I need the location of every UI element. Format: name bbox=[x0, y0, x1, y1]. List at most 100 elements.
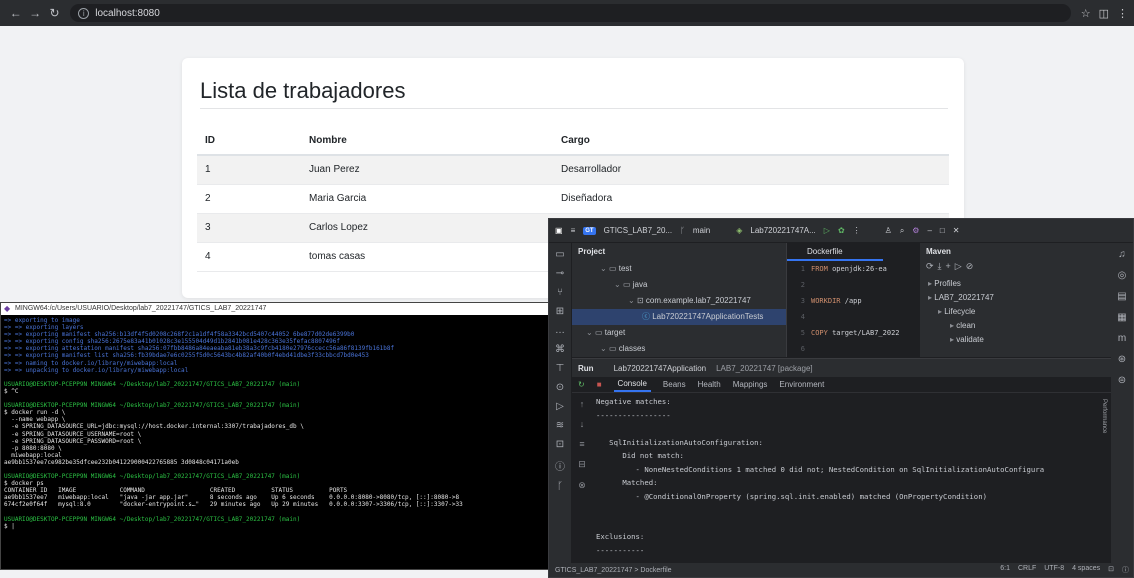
tree-item[interactable]: ⌄ ▭ classes bbox=[572, 341, 786, 357]
maven-panel-title: Maven bbox=[926, 247, 951, 256]
table-cell: Carlos Lopez bbox=[301, 213, 553, 243]
notifications-icon[interactable]: ♫ bbox=[1118, 249, 1126, 260]
copilot-icon[interactable]: ⊛ bbox=[1118, 354, 1126, 365]
status-line-separator[interactable]: CRLF bbox=[1018, 565, 1036, 575]
code-text: target/LAB7_2022 bbox=[827, 329, 900, 337]
forward-icon[interactable]: → bbox=[25, 6, 44, 20]
database-icon[interactable]: ▤ bbox=[1117, 291, 1126, 302]
project-panel: Project ⌄ ▭ test ⌄ ▭ java ⌄ ⊡ com.example.… bbox=[572, 243, 786, 357]
print-icon[interactable]: ⊟ bbox=[578, 459, 586, 470]
chevron-down-icon[interactable]: ⌄ bbox=[600, 264, 609, 273]
terminal-output[interactable]: => exporting to image => => exporting lay… bbox=[1, 315, 554, 532]
git-tool-icon[interactable]: ⑂ bbox=[557, 287, 563, 298]
tab-environment[interactable]: Environment bbox=[779, 380, 824, 389]
problems-tool-icon[interactable]: ⓘ bbox=[555, 458, 565, 473]
project-selector[interactable]: GTICS_LAB7_20... bbox=[604, 226, 672, 235]
plugin-icon[interactable]: ⊜ bbox=[1118, 375, 1126, 386]
terminal-tool-icon[interactable]: ⊡ bbox=[556, 439, 564, 450]
terminal-window[interactable]: MINGW64:/c/Users/USUARIO/Desktop/lab7_20… bbox=[0, 302, 555, 570]
back-icon[interactable]: ← bbox=[6, 6, 25, 20]
extensions-icon[interactable]: ◫ bbox=[1099, 7, 1109, 20]
tree-item[interactable]: ⌄ ▭ target bbox=[572, 325, 786, 341]
address-bar[interactable]: i localhost:8080 bbox=[70, 4, 1071, 22]
run-tool-icon[interactable]: ⊙ bbox=[556, 382, 564, 393]
gradle-icon[interactable]: ▦ bbox=[1117, 312, 1126, 323]
soft-wrap-icon[interactable]: ≡ bbox=[579, 439, 584, 449]
maven-tree-item[interactable]: ▸ clean bbox=[920, 319, 1113, 333]
status-breadcrumb[interactable]: GTICS_LAB7_20221747 > Dockerfile bbox=[555, 567, 672, 574]
maven-tree-item[interactable]: ▸ Profiles bbox=[920, 277, 1113, 291]
tab-run-application[interactable]: Lab720221747Application bbox=[604, 364, 707, 373]
maven-tree-item[interactable]: ▸ Lifecycle bbox=[920, 305, 1113, 319]
close-icon[interactable]: ✕ bbox=[953, 226, 960, 235]
add-icon[interactable]: + bbox=[946, 261, 955, 271]
project-tool-icon[interactable]: ▭ bbox=[555, 249, 564, 260]
performance-side-tab[interactable]: Performance bbox=[1101, 399, 1107, 433]
project-panel-title[interactable]: Project bbox=[572, 243, 786, 261]
debug-icon[interactable]: ✿ bbox=[838, 226, 845, 235]
services-tool-icon[interactable]: ⌘ bbox=[555, 344, 565, 355]
stop-icon[interactable]: ■ bbox=[597, 380, 602, 389]
more-tools-icon[interactable]: … bbox=[555, 325, 565, 336]
download-icon[interactable]: ⤓ bbox=[938, 261, 946, 271]
menu-kebab-icon[interactable]: ⋮ bbox=[1117, 7, 1128, 20]
commit-tool-icon[interactable]: ⊸ bbox=[556, 268, 564, 279]
main-menu-icon[interactable]: ≡ bbox=[571, 226, 576, 235]
tree-item[interactable]: ⓒ Lab720221747ApplicationTests bbox=[572, 309, 786, 325]
maven-tool-icon[interactable]: m bbox=[1118, 333, 1126, 344]
minimize-icon[interactable]: – bbox=[927, 226, 931, 235]
table-cell: 3 bbox=[197, 213, 301, 243]
maximize-icon[interactable]: □ bbox=[940, 226, 945, 235]
folder-icon: ▭ bbox=[622, 280, 633, 289]
status-encoding[interactable]: UTF-8 bbox=[1044, 565, 1064, 575]
rerun-icon[interactable]: ↻ bbox=[578, 380, 585, 389]
tab-dockerfile[interactable]: Dockerfile bbox=[787, 243, 883, 261]
clear-console-icon[interactable]: ⊗ bbox=[578, 480, 586, 491]
status-indent[interactable]: 4 spaces bbox=[1072, 565, 1100, 575]
tab-run-package[interactable]: LAB7_20221747 [package] bbox=[716, 364, 813, 373]
lock-icon[interactable]: ⊡ bbox=[1108, 565, 1114, 575]
run-icon[interactable]: ▷ bbox=[955, 261, 966, 271]
settings-icon[interactable]: ⚙ bbox=[912, 226, 919, 235]
chevron-down-icon[interactable]: ⌄ bbox=[614, 280, 623, 289]
build-tool-icon[interactable]: ⊤ bbox=[556, 363, 565, 374]
tree-item[interactable]: ⌄ ▭ java bbox=[572, 277, 786, 293]
tab-beans[interactable]: Beans bbox=[663, 380, 686, 389]
scroll-up-icon[interactable]: ↑ bbox=[580, 399, 585, 409]
site-info-icon[interactable]: i bbox=[78, 7, 90, 19]
vcs-tool-icon[interactable]: ᚴ bbox=[557, 481, 563, 492]
ai-assistant-icon[interactable]: ◎ bbox=[1118, 270, 1127, 281]
debug-tool-icon[interactable]: ▷ bbox=[556, 401, 564, 412]
tab-mappings[interactable]: Mappings bbox=[733, 380, 768, 389]
reload-icon[interactable]: ↻ bbox=[45, 6, 64, 20]
tree-item[interactable]: ⌄ ▭ test bbox=[572, 261, 786, 277]
table-cell: Maria Garcia bbox=[301, 184, 553, 214]
search-icon[interactable]: ⌕ bbox=[900, 226, 904, 236]
structure-tool-icon[interactable]: ⊞ bbox=[556, 306, 564, 317]
bookmark-star-icon[interactable]: ☆ bbox=[1081, 7, 1091, 20]
code-area[interactable]: 1 FROM openjdk:26-ea 2 3 WORKDIR /app 4 5 COPY … bbox=[787, 261, 918, 373]
branch-selector[interactable]: main bbox=[693, 226, 710, 235]
chevron-down-icon[interactable]: ⌄ bbox=[586, 328, 595, 337]
profile-icon[interactable]: ♙ bbox=[885, 226, 892, 235]
maven-tree-item[interactable]: ▸ validate bbox=[920, 333, 1113, 347]
info-icon[interactable]: ⓘ bbox=[1122, 565, 1129, 575]
reload-icon[interactable]: ⟳ bbox=[926, 261, 938, 271]
status-caret-position[interactable]: 6:1 bbox=[1000, 565, 1010, 575]
layers-tool-icon[interactable]: ≋ bbox=[556, 420, 564, 431]
tree-item[interactable]: ⌄ ⊡ com.example.lab7_20221747 bbox=[572, 293, 786, 309]
editor-pane[interactable]: Dockerfile 1 FROM openjdk:26-ea 2 3 WORKDIR … bbox=[786, 243, 918, 369]
chevron-down-icon[interactable]: ⌄ bbox=[600, 344, 609, 353]
run-config-selector[interactable]: Lab720221747A... bbox=[750, 226, 815, 235]
scroll-down-icon[interactable]: ↓ bbox=[580, 419, 585, 429]
maven-tree-item[interactable]: ▸ LAB7_20221747 bbox=[920, 291, 1113, 305]
tab-console[interactable]: Console bbox=[613, 377, 651, 392]
run-icon[interactable]: ▷ bbox=[824, 226, 830, 235]
tab-health[interactable]: Health bbox=[698, 380, 721, 389]
run-gutter: ↑ ↓ ≡ ⊟ ⊗ bbox=[572, 395, 592, 565]
more-actions-icon[interactable]: ⋮ bbox=[853, 226, 861, 235]
toggle-offline-icon[interactable]: ⊘ bbox=[966, 261, 978, 271]
console-output[interactable]: Negative matches: ----------------- SqlIn… bbox=[596, 395, 1093, 565]
chevron-down-icon[interactable]: ⌄ bbox=[628, 296, 637, 305]
